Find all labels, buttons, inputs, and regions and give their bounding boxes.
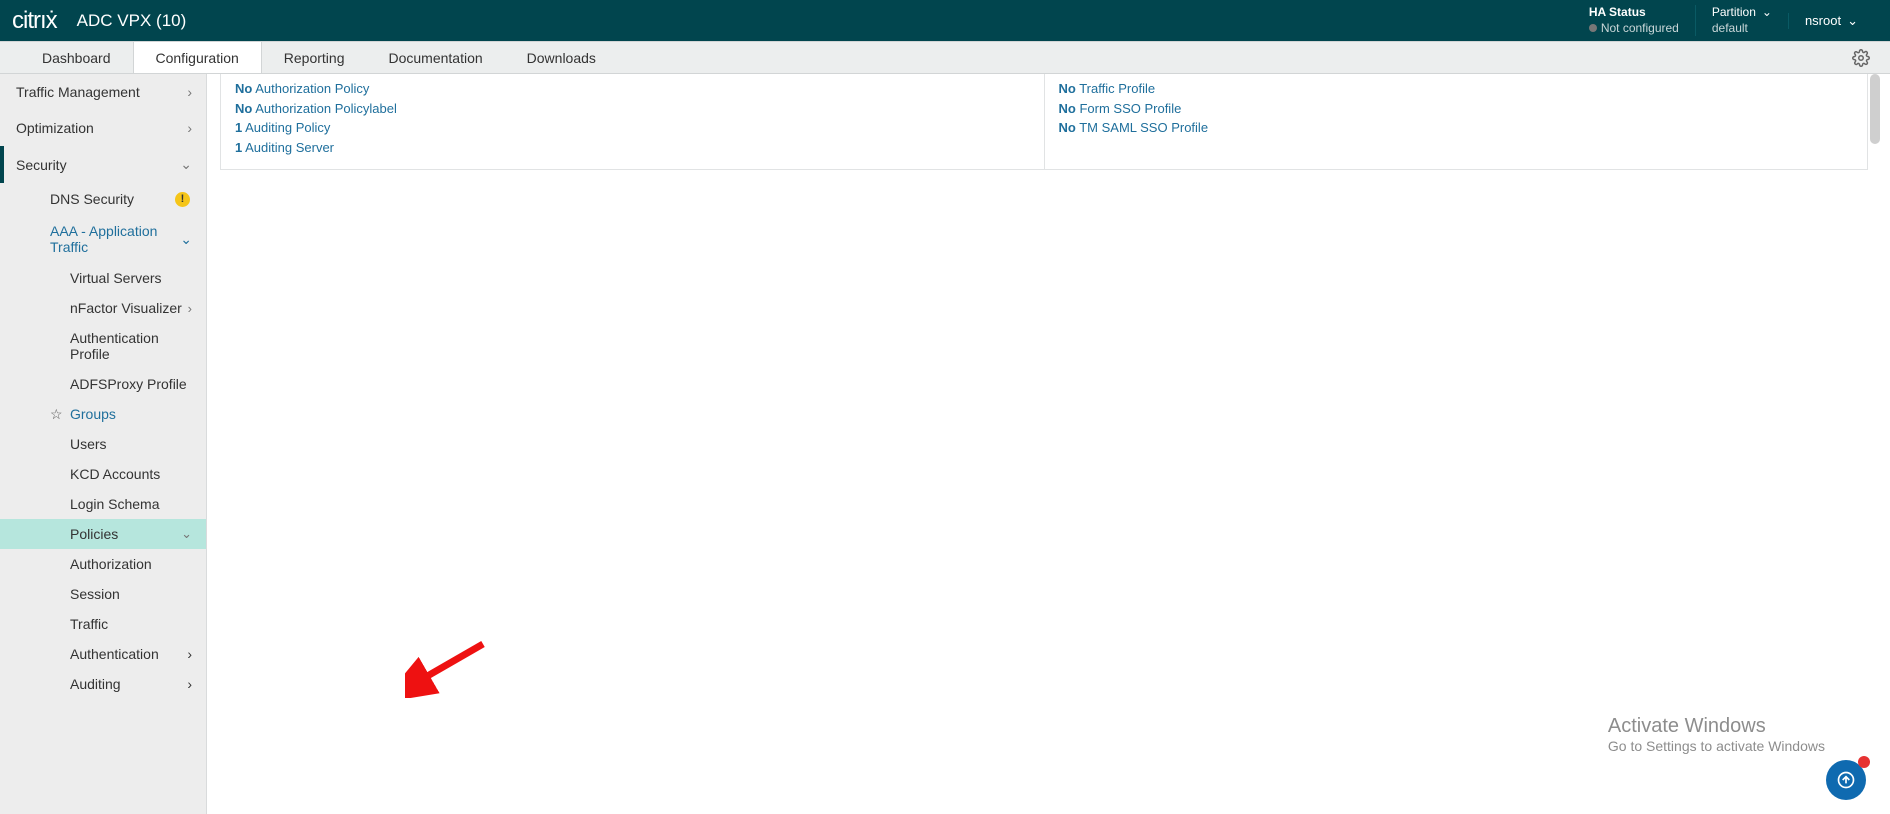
sidebar-item-users[interactable]: Users <box>0 429 206 459</box>
ha-status-text: Not configured <box>1601 21 1679 35</box>
brand-logo: citrıẋ <box>12 7 57 35</box>
chevron-right-icon: › <box>187 646 192 662</box>
sidebar-item-login-schema[interactable]: Login Schema <box>0 489 206 519</box>
sidebar-item-kcd-accounts[interactable]: KCD Accounts <box>0 459 206 489</box>
gear-icon <box>1852 49 1870 67</box>
sidebar-label: Security <box>16 157 180 173</box>
settings-gear-button[interactable] <box>1832 42 1890 73</box>
partition-label: Partition <box>1712 5 1756 19</box>
sidebar-item-dns-security[interactable]: DNS Security ! <box>0 183 206 215</box>
sidebar-label: Session <box>70 586 192 602</box>
link-auditing-server[interactable]: 1 Auditing Server <box>235 138 1044 158</box>
chevron-down-icon: ⌄ <box>181 526 192 542</box>
help-fab-button[interactable] <box>1826 760 1866 800</box>
chevron-right-icon: › <box>187 84 192 100</box>
sidebar-item-optimization[interactable]: Optimization › <box>0 110 206 146</box>
content-column-left: No Authorization Policy No Authorization… <box>221 74 1045 169</box>
activate-windows-watermark: Activate Windows Go to Settings to activ… <box>1608 715 1825 754</box>
sidebar-label: Users <box>70 436 192 452</box>
sidebar-item-traffic[interactable]: Traffic <box>0 609 206 639</box>
sidebar-item-security[interactable]: Security ⌄ <box>0 146 206 183</box>
sidebar-label: Groups <box>70 406 192 422</box>
ha-status-block: HA Status Not configured <box>1573 5 1695 36</box>
link-traffic-profile[interactable]: No Traffic Profile <box>1059 79 1868 99</box>
sidebar-item-authentication[interactable]: Authentication › <box>0 639 206 669</box>
sidebar-label: Auditing <box>70 676 187 692</box>
link-tm-saml-sso-profile[interactable]: No TM SAML SSO Profile <box>1059 118 1868 138</box>
link-authorization-policylabel[interactable]: No Authorization Policylabel <box>235 99 1044 119</box>
sidebar-label: Policies <box>70 526 181 542</box>
sidebar-item-virtual-servers[interactable]: Virtual Servers <box>0 263 206 293</box>
chevron-down-icon: ⌄ <box>180 156 192 173</box>
star-icon: ☆ <box>50 406 63 423</box>
sidebar-label: nFactor Visualizer <box>70 300 188 316</box>
sidebar-label: Authentication <box>70 646 187 662</box>
send-arrow-icon <box>1836 770 1856 790</box>
vertical-scrollbar[interactable] <box>1870 74 1880 144</box>
ha-status-title: HA Status <box>1589 5 1679 21</box>
watermark-line2: Go to Settings to activate Windows <box>1608 738 1825 754</box>
sidebar-item-aaa-application-traffic[interactable]: AAA - Application Traffic ⌄ <box>0 215 206 263</box>
sidebar-label: Optimization <box>16 120 187 136</box>
watermark-line1: Activate Windows <box>1608 715 1825 738</box>
tab-reporting[interactable]: Reporting <box>262 42 367 73</box>
sidebar-item-session[interactable]: Session <box>0 579 206 609</box>
tab-dashboard[interactable]: Dashboard <box>20 42 133 73</box>
tab-configuration[interactable]: Configuration <box>133 42 262 73</box>
sidebar-label: Traffic Management <box>16 84 187 100</box>
chevron-down-icon: ⌄ <box>1847 13 1858 29</box>
sidebar-item-nfactor-visualizer[interactable]: nFactor Visualizer › <box>0 293 206 323</box>
partition-block[interactable]: Partition ⌄ default <box>1695 5 1788 36</box>
sidebar-item-authorization[interactable]: Authorization <box>0 549 206 579</box>
sidebar-label: AAA - Application Traffic <box>50 223 180 255</box>
sidebar-item-traffic-management[interactable]: Traffic Management › <box>0 74 206 110</box>
chevron-right-icon: › <box>187 676 192 692</box>
annotation-arrow-icon <box>405 638 495 698</box>
sidebar-item-auditing[interactable]: Auditing › <box>0 669 206 699</box>
link-form-sso-profile[interactable]: No Form SSO Profile <box>1059 99 1868 119</box>
partition-value: default <box>1712 21 1772 37</box>
product-name: ADC VPX (10) <box>77 11 187 31</box>
content-column-right: No Traffic Profile No Form SSO Profile N… <box>1045 74 1868 169</box>
chevron-down-icon: ⌄ <box>180 231 192 248</box>
user-name: nsroot <box>1805 13 1841 28</box>
top-header-bar: citrıẋ ADC VPX (10) HA Status Not config… <box>0 0 1890 41</box>
ha-status-value: Not configured <box>1589 21 1679 37</box>
tab-documentation[interactable]: Documentation <box>366 42 504 73</box>
chevron-down-icon: ⌄ <box>1762 5 1772 21</box>
chevron-right-icon: › <box>188 301 192 316</box>
sidebar-label: ADFSProxy Profile <box>70 376 192 392</box>
sidebar-label: Login Schema <box>70 496 192 512</box>
chevron-right-icon: › <box>187 120 192 136</box>
sidebar-label: Authorization <box>70 556 192 572</box>
sidebar-item-authentication-profile[interactable]: Authentication Profile <box>0 323 206 369</box>
warning-badge-icon: ! <box>175 192 190 207</box>
main-tabs: Dashboard Configuration Reporting Docume… <box>0 41 1890 74</box>
user-menu[interactable]: nsroot ⌄ <box>1788 13 1874 29</box>
sidebar-label: Authentication Profile <box>70 330 192 362</box>
main-content-area: No Authorization Policy No Authorization… <box>207 74 1890 814</box>
sidebar-label: DNS Security <box>50 191 192 207</box>
status-dot-icon <box>1589 24 1597 32</box>
tab-downloads[interactable]: Downloads <box>505 42 618 73</box>
link-auditing-policy[interactable]: 1 Auditing Policy <box>235 118 1044 138</box>
sidebar-label: Traffic <box>70 616 192 632</box>
sidebar-label: KCD Accounts <box>70 466 192 482</box>
sidebar-item-policies[interactable]: Policies ⌄ <box>0 519 206 549</box>
sidebar-nav: Traffic Management › Optimization › Secu… <box>0 74 207 814</box>
content-summary-box: No Authorization Policy No Authorization… <box>220 74 1868 170</box>
sidebar-item-groups[interactable]: ☆ Groups <box>0 399 206 429</box>
link-authorization-policy[interactable]: No Authorization Policy <box>235 79 1044 99</box>
sidebar-item-adfsproxy-profile[interactable]: ADFSProxy Profile <box>0 369 206 399</box>
sidebar-label: Virtual Servers <box>70 270 192 286</box>
